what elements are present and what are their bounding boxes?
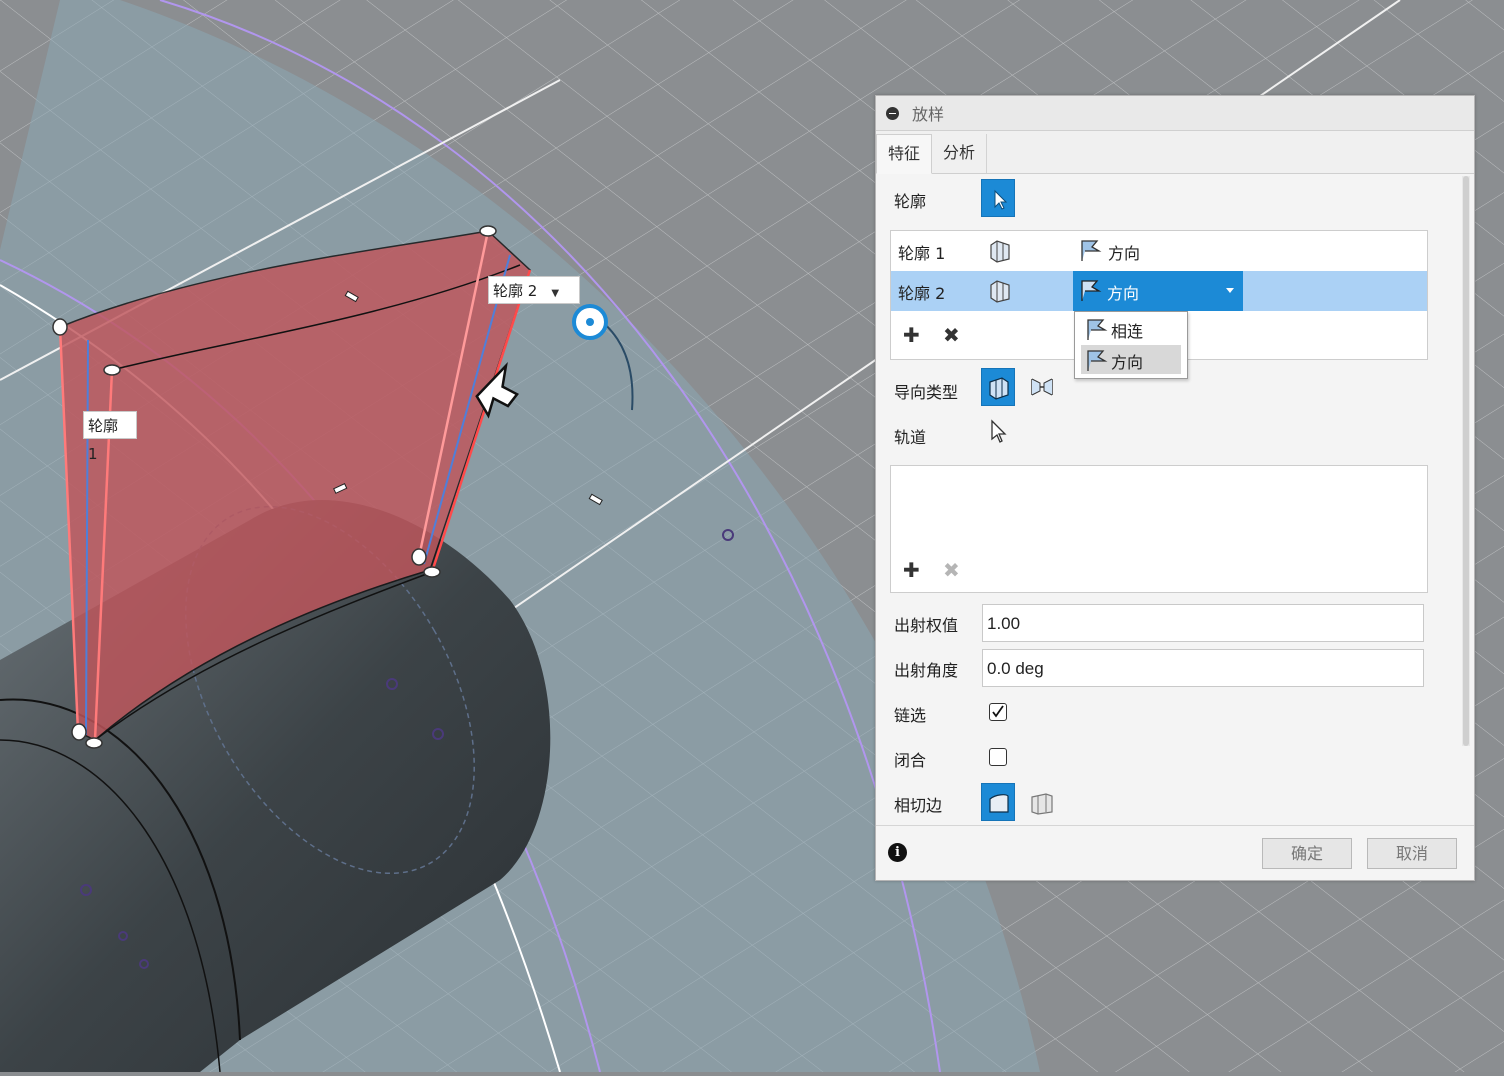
direction-flag-icon xyxy=(1081,280,1102,301)
rails-list: ✚ ✖ xyxy=(890,465,1428,593)
centerline-icon[interactable] xyxy=(1028,373,1056,401)
profile-shape-icon xyxy=(990,240,1010,263)
dialog-scrollbar[interactable] xyxy=(1462,176,1470,746)
info-icon[interactable]: i xyxy=(888,843,907,862)
dropdown-option-text: 相连 xyxy=(1111,322,1144,341)
ok-button[interactable]: 确定 xyxy=(1262,838,1352,869)
checkmark-icon xyxy=(992,705,1004,718)
profile-row-name: 轮廓 1 xyxy=(898,244,946,263)
condition-dropdown: 相连 方向 xyxy=(1074,311,1188,379)
profile-condition-text[interactable]: 方向 xyxy=(1108,240,1140,264)
rails-label: 轨道 xyxy=(894,428,927,447)
profiles-label: 轮廓 xyxy=(894,192,927,211)
cursor-arrow-icon xyxy=(994,189,1008,210)
guide-type-rails-button[interactable] xyxy=(981,368,1015,406)
rails-icon xyxy=(989,377,1009,400)
profile-row-name: 轮廓 2 xyxy=(898,284,946,303)
profile-row-2[interactable]: 轮廓 2 方向 xyxy=(891,271,1427,311)
cancel-button[interactable]: 取消 xyxy=(1367,838,1457,869)
remove-profile-button[interactable]: ✖ xyxy=(943,325,960,345)
profile2-label-text: 轮廓 2 xyxy=(493,282,538,300)
dropdown-option-connected[interactable]: 相连 xyxy=(1081,314,1181,343)
scrollbar-thumb[interactable] xyxy=(1463,176,1469,746)
condition-select[interactable]: 方向 xyxy=(1073,271,1243,311)
add-rail-button[interactable]: ✚ xyxy=(903,560,920,580)
profile-shape-icon xyxy=(990,280,1010,303)
chain-select-label: 链选 xyxy=(894,706,927,725)
collapse-icon[interactable] xyxy=(886,106,899,120)
dropdown-option-direction[interactable]: 方向 xyxy=(1081,345,1181,374)
tab-bar: 特征 分析 xyxy=(876,131,1474,174)
chain-select-checkbox[interactable] xyxy=(989,703,1007,721)
keep-edges-icon[interactable] xyxy=(1028,788,1056,816)
profiles-select-button[interactable] xyxy=(981,179,1015,217)
dialog-titlebar[interactable]: 放样 xyxy=(876,96,1474,131)
chevron-down-icon: ▼ xyxy=(551,288,560,299)
takeoff-weight-label: 出射权值 xyxy=(894,616,959,635)
direction-flag-icon xyxy=(1087,350,1108,371)
closed-label: 闭合 xyxy=(894,751,927,770)
direction-flag-icon xyxy=(1081,240,1102,261)
profile-row-1[interactable]: 轮廓 1 方向 xyxy=(891,231,1427,271)
profile2-label[interactable]: 轮廓 2 ▼ xyxy=(488,276,580,304)
tangent-edges-merge-button[interactable] xyxy=(981,783,1015,821)
add-profile-button[interactable]: ✚ xyxy=(903,325,920,345)
remove-rail-button: ✖ xyxy=(943,558,960,582)
dropdown-option-text: 方向 xyxy=(1111,353,1144,372)
dialog-title: 放样 xyxy=(912,105,945,124)
loft-dialog: 放样 特征 分析 轮廓 轮廓 1 方向 轮廓 2 方向 ✚ ✖ 相连 方向 导向… xyxy=(875,95,1475,881)
dialog-body: 轮廓 轮廓 1 方向 轮廓 2 方向 ✚ ✖ 相连 方向 导向类型 轨道 ✚ ✖… xyxy=(876,174,1462,826)
guide-type-label: 导向类型 xyxy=(894,383,959,402)
tangent-edges-label: 相切边 xyxy=(894,796,943,815)
chevron-down-icon xyxy=(1226,288,1234,293)
tab-analysis[interactable]: 分析 xyxy=(932,134,988,173)
tab-features[interactable]: 特征 xyxy=(876,134,933,174)
rails-select-cursor-icon[interactable] xyxy=(988,418,1012,446)
takeoff-weight-input[interactable]: 1.00 xyxy=(982,604,1424,642)
dialog-footer: i 确定 取消 xyxy=(876,825,1474,880)
takeoff-angle-label: 出射角度 xyxy=(894,661,959,680)
merge-faces-icon xyxy=(989,794,1009,813)
closed-checkbox[interactable] xyxy=(989,748,1007,766)
connected-flag-icon xyxy=(1087,319,1108,340)
takeoff-angle-input[interactable]: 0.0 deg xyxy=(982,649,1424,687)
condition-select-value: 方向 xyxy=(1107,284,1140,303)
profile1-label[interactable]: 轮廓 1 xyxy=(83,411,137,463)
